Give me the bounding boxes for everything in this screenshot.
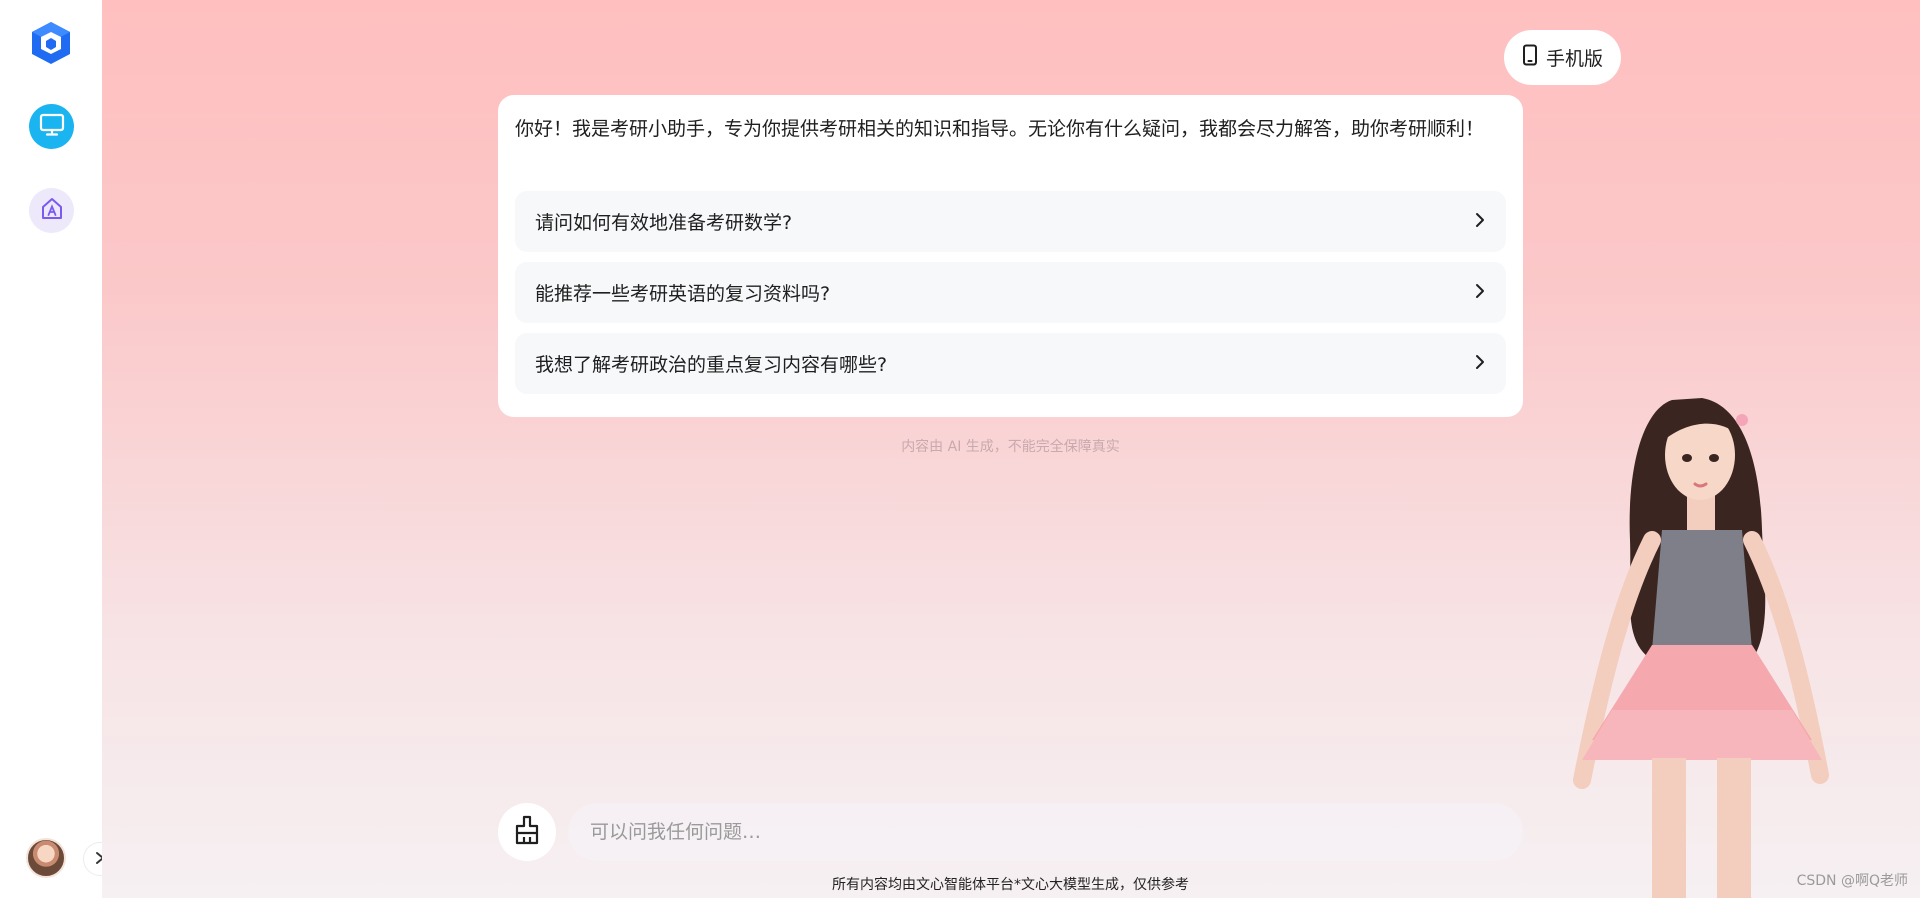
suggested-question[interactable]: 我想了解考研政治的重点复习内容有哪些? [515, 333, 1506, 394]
ai-disclaimer: 内容由 AI 生成，不能完全保障真实 [901, 439, 1120, 455]
suggested-question[interactable]: 请问如何有效地准备考研数学? [515, 191, 1506, 252]
character-illustration [1502, 380, 1920, 898]
chevron-right-icon [1474, 282, 1486, 304]
clear-chat-button[interactable] [498, 803, 556, 861]
csdn-watermark: CSDN @啊Q老师 [1796, 873, 1908, 889]
phone-icon [1522, 44, 1538, 71]
sidebar [0, 0, 117, 898]
chevron-right-icon [1474, 211, 1486, 233]
chat-main-area: 手机版 你好！我是考研小助手，专为你提供考研相关的知识和指导。无论你有什么疑问，… [102, 0, 1920, 898]
desktop-monitor-icon [39, 113, 65, 141]
desktop-nav-button[interactable] [29, 104, 74, 149]
footer-note: 所有内容均由文心智能体平台*文心大模型生成，仅供参考 [832, 877, 1189, 893]
agent-house-icon [39, 196, 65, 226]
mobile-version-button[interactable]: 手机版 [1504, 30, 1622, 85]
suggested-question-label: 请问如何有效地准备考研数学? [535, 212, 793, 234]
suggested-question-label: 我想了解考研政治的重点复习内容有哪些? [535, 354, 888, 376]
user-avatar[interactable] [26, 838, 66, 878]
app-logo[interactable] [29, 20, 73, 66]
welcome-message-card: 你好！我是考研小助手，专为你提供考研相关的知识和指导。无论你有什么疑问，我都会尽… [498, 95, 1523, 417]
suggested-question-label: 能推荐一些考研英语的复习资料吗? [535, 283, 831, 305]
chat-input[interactable] [568, 803, 1523, 861]
welcome-text: 你好！我是考研小助手，专为你提供考研相关的知识和指导。无论你有什么疑问，我都会尽… [515, 118, 1485, 140]
mobile-version-label: 手机版 [1546, 48, 1604, 70]
suggested-question[interactable]: 能推荐一些考研英语的复习资料吗? [515, 262, 1506, 323]
chevron-right-icon [1474, 353, 1486, 375]
broom-icon [513, 815, 541, 849]
agent-nav-button[interactable] [29, 188, 74, 233]
